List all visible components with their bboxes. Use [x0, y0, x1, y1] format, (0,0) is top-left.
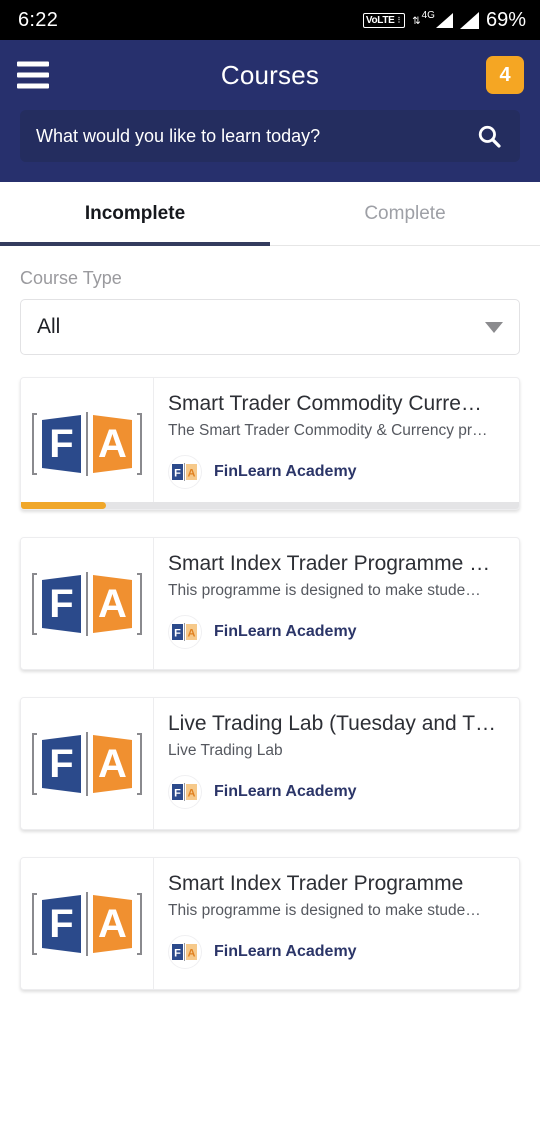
- svg-text:A: A: [98, 742, 127, 786]
- course-provider: F A FinLearn Academy: [168, 615, 503, 649]
- search-icon[interactable]: [476, 123, 502, 149]
- course-provider: F A FinLearn Academy: [168, 455, 503, 489]
- course-card-body: Smart Index Trader Programme … This prog…: [154, 538, 519, 669]
- search-section: [0, 110, 540, 182]
- finlearn-academy-small-logo-icon: F A: [172, 623, 197, 641]
- chevron-down-icon[interactable]: [485, 321, 503, 333]
- finlearn-academy-logo-icon: F A: [32, 411, 142, 476]
- course-thumbnail: F A: [21, 698, 154, 829]
- svg-text:F: F: [174, 468, 181, 480]
- tab-complete[interactable]: Complete: [270, 182, 540, 245]
- svg-text:F: F: [174, 948, 181, 960]
- provider-avatar: F A: [168, 455, 202, 489]
- course-card-body: Smart Trader Commodity Curre… The Smart …: [154, 378, 519, 509]
- finlearn-academy-small-logo-icon: F A: [172, 463, 197, 481]
- svg-text:A: A: [188, 628, 196, 640]
- status-indicators: VoLTE ⋮ ⇅ 4G 69%: [362, 8, 526, 32]
- provider-avatar: F A: [168, 775, 202, 809]
- search-bar[interactable]: [20, 110, 520, 162]
- data-arrows-icon: ⇅: [412, 15, 421, 27]
- svg-text:A: A: [98, 902, 127, 946]
- course-title: Smart Index Trader Programme: [168, 872, 464, 895]
- finlearn-academy-small-logo-icon: F A: [172, 783, 197, 801]
- svg-text:A: A: [188, 948, 196, 960]
- svg-text:A: A: [98, 422, 127, 466]
- hamburger-menu-icon[interactable]: [17, 61, 49, 89]
- signal-bars-icon-1: [435, 12, 453, 28]
- app-bar: Courses 4: [0, 40, 540, 110]
- course-thumbnail: F A: [21, 858, 154, 989]
- course-thumbnail: F A: [21, 378, 154, 509]
- battery-percent: 69%: [485, 8, 526, 31]
- provider-avatar: F A: [168, 935, 202, 969]
- course-type-value: All: [37, 315, 61, 338]
- svg-text:F: F: [174, 628, 181, 640]
- cart-count-badge[interactable]: 4: [486, 56, 524, 94]
- course-thumbnail: F A: [21, 538, 154, 669]
- provider-name: FinLearn Academy: [214, 783, 357, 800]
- app-screen: 6:22 VoLTE ⋮ ⇅ 4G 69% Courses 4 What wou…: [0, 0, 540, 1140]
- status-time: 6:22: [18, 8, 59, 31]
- course-type-label: Course Type: [20, 268, 122, 288]
- network-type-label: 4G: [421, 9, 435, 21]
- hamburger-bar: [17, 72, 49, 78]
- svg-text:F: F: [49, 902, 73, 946]
- finlearn-academy-small-logo-icon: F A: [172, 943, 197, 961]
- course-title: Smart Trader Commodity Curre…: [168, 392, 482, 415]
- svg-text:A: A: [188, 468, 196, 480]
- tab-incomplete[interactable]: Incomplete: [0, 182, 270, 246]
- volte-icon: VoLTE ⋮: [362, 12, 406, 28]
- finlearn-academy-logo-icon: F A: [32, 731, 142, 796]
- course-description: This programme is designed to make stude…: [168, 582, 481, 599]
- provider-avatar: F A: [168, 615, 202, 649]
- course-card-3[interactable]: F A Smart Index Trader Programme This pr…: [20, 857, 520, 990]
- course-title: Smart Index Trader Programme …: [168, 552, 491, 575]
- course-status-tabs: Incomplete Complete: [0, 182, 540, 246]
- course-type-filter: Course Type All: [0, 246, 540, 355]
- svg-text:F: F: [174, 788, 181, 800]
- course-title: Live Trading Lab (Tuesday and T…: [168, 712, 497, 735]
- svg-text:A: A: [98, 582, 127, 626]
- course-progress-bar: [21, 502, 519, 509]
- finlearn-academy-logo-icon: F A: [32, 571, 142, 636]
- svg-text:F: F: [49, 742, 73, 786]
- course-list: F A Smart Trader Commodity Curre… The Sm…: [0, 355, 540, 990]
- course-provider: F A FinLearn Academy: [168, 775, 503, 809]
- provider-name: FinLearn Academy: [214, 463, 357, 480]
- finlearn-academy-logo-icon: F A: [32, 891, 142, 956]
- svg-text:A: A: [188, 788, 196, 800]
- volte-label: VoLTE: [365, 14, 395, 26]
- course-card-body: Live Trading Lab (Tuesday and T… Live Tr…: [154, 698, 519, 829]
- course-card-1[interactable]: F A Smart Index Trader Programme … This …: [20, 537, 520, 670]
- course-card-2[interactable]: F A Live Trading Lab (Tuesday and T… Liv…: [20, 697, 520, 830]
- course-description: The Smart Trader Commodity & Currency pr…: [168, 422, 488, 439]
- provider-name: FinLearn Academy: [214, 623, 357, 640]
- course-progress-fill: [21, 502, 106, 509]
- signal-bars-icon-2: [459, 11, 479, 29]
- svg-text:F: F: [49, 582, 73, 626]
- course-card-0[interactable]: F A Smart Trader Commodity Curre… The Sm…: [20, 377, 520, 510]
- search-input[interactable]: [36, 125, 476, 147]
- course-card-body: Smart Index Trader Programme This progra…: [154, 858, 519, 989]
- hamburger-bar: [17, 83, 49, 89]
- course-provider: F A FinLearn Academy: [168, 935, 503, 969]
- provider-name: FinLearn Academy: [214, 943, 357, 960]
- course-type-select[interactable]: All: [20, 299, 520, 355]
- hamburger-bar: [17, 61, 49, 67]
- page-title: Courses: [220, 59, 320, 90]
- svg-text:F: F: [49, 422, 73, 466]
- course-description: This programme is designed to make stude…: [168, 902, 481, 919]
- status-bar: 6:22 VoLTE ⋮ ⇅ 4G 69%: [0, 0, 540, 40]
- course-description: Live Trading Lab: [168, 742, 283, 759]
- mobile-data-icon: ⇅ 4G: [412, 9, 453, 28]
